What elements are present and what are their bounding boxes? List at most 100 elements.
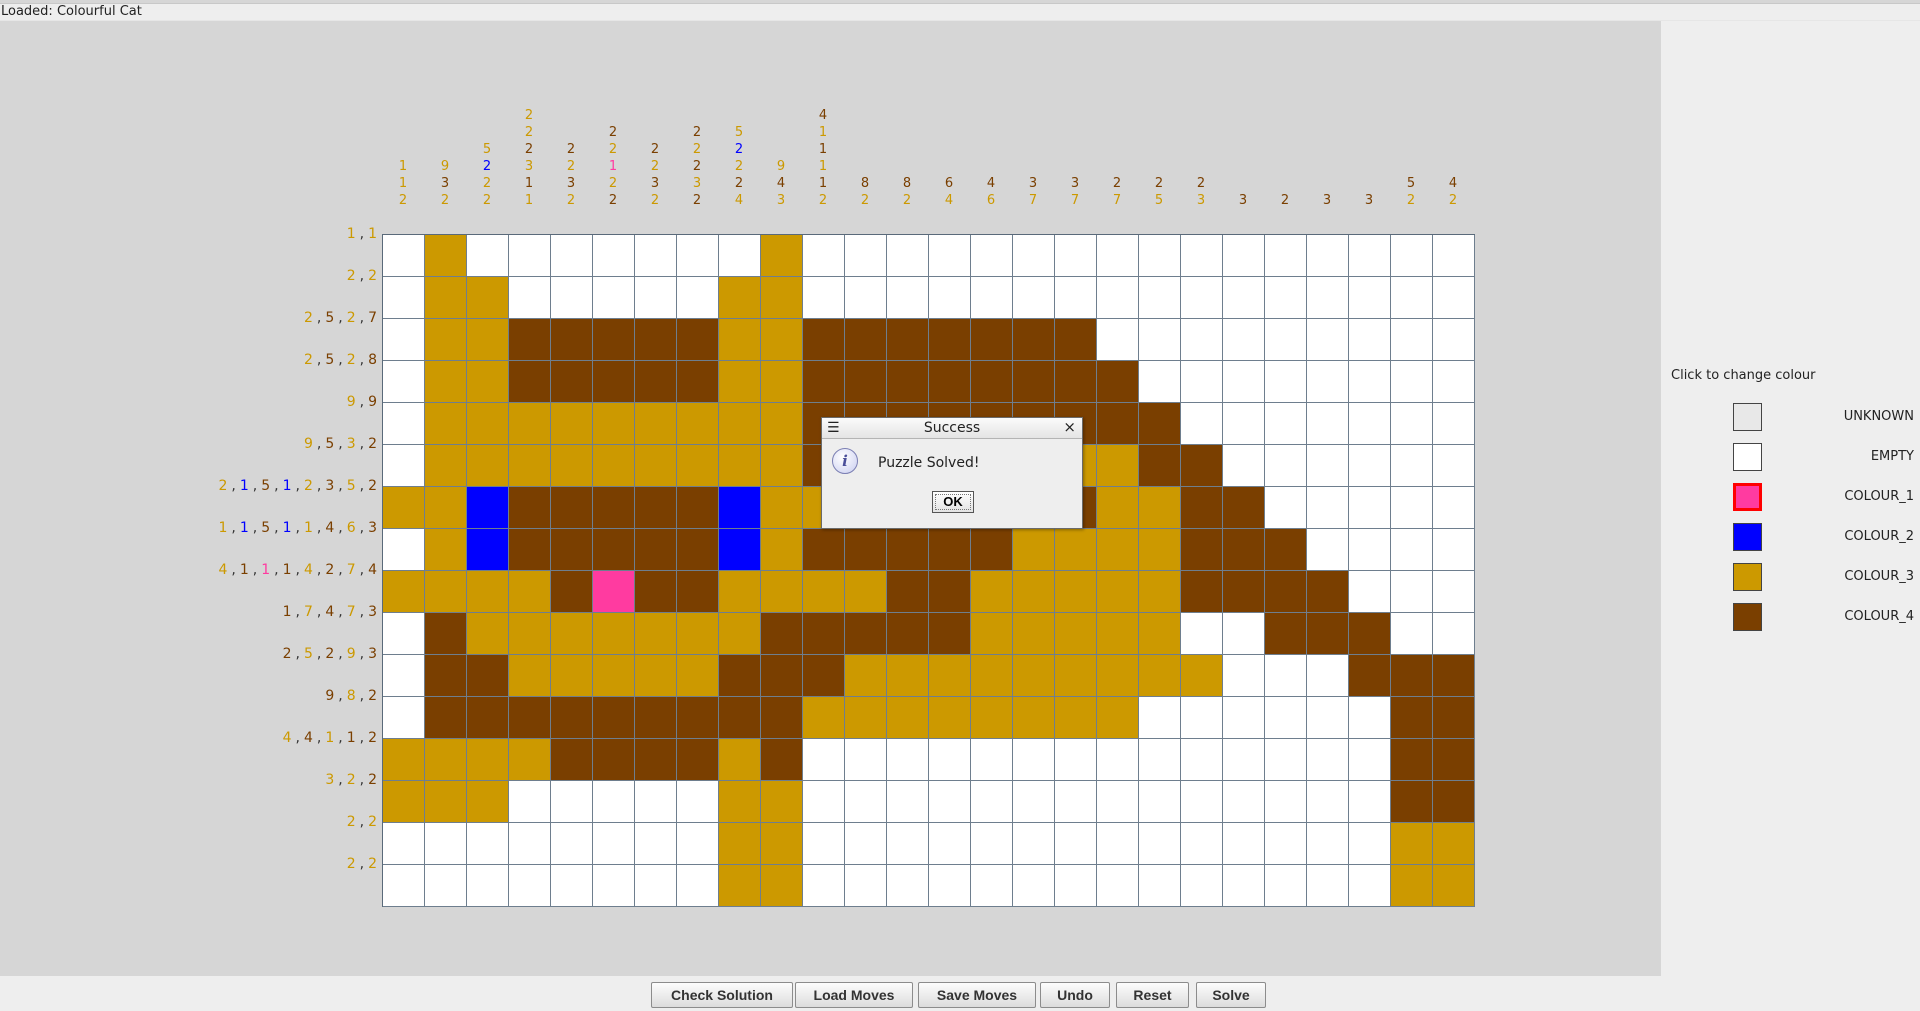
grid-cell[interactable] bbox=[1349, 739, 1391, 781]
grid-cell[interactable] bbox=[1013, 235, 1055, 277]
grid-cell[interactable] bbox=[719, 487, 761, 529]
grid-cell[interactable] bbox=[1097, 823, 1139, 865]
grid-cell[interactable] bbox=[1139, 403, 1181, 445]
grid-cell[interactable] bbox=[1013, 697, 1055, 739]
grid-cell[interactable] bbox=[1433, 319, 1475, 361]
grid-cell[interactable] bbox=[1349, 361, 1391, 403]
grid-cell[interactable] bbox=[1013, 781, 1055, 823]
grid-cell[interactable] bbox=[1223, 235, 1265, 277]
grid-cell[interactable] bbox=[509, 529, 551, 571]
grid-cell[interactable] bbox=[1097, 613, 1139, 655]
grid-cell[interactable] bbox=[1013, 823, 1055, 865]
grid-cell[interactable] bbox=[803, 655, 845, 697]
grid-cell[interactable] bbox=[383, 403, 425, 445]
grid-cell[interactable] bbox=[803, 277, 845, 319]
grid-cell[interactable] bbox=[1013, 613, 1055, 655]
grid-cell[interactable] bbox=[1307, 781, 1349, 823]
grid-cell[interactable] bbox=[803, 697, 845, 739]
grid-cell[interactable] bbox=[467, 487, 509, 529]
grid-cell[interactable] bbox=[425, 823, 467, 865]
grid-cell[interactable] bbox=[1349, 781, 1391, 823]
grid-cell[interactable] bbox=[971, 823, 1013, 865]
grid-cell[interactable] bbox=[719, 571, 761, 613]
palette-item[interactable]: COLOUR_2 bbox=[1661, 521, 1920, 553]
grid-cell[interactable] bbox=[467, 613, 509, 655]
grid-cell[interactable] bbox=[1013, 655, 1055, 697]
grid-cell[interactable] bbox=[593, 781, 635, 823]
grid-cell[interactable] bbox=[383, 655, 425, 697]
grid-cell[interactable] bbox=[929, 361, 971, 403]
grid-cell[interactable] bbox=[383, 529, 425, 571]
grid-cell[interactable] bbox=[845, 277, 887, 319]
grid-cell[interactable] bbox=[593, 655, 635, 697]
grid-cell[interactable] bbox=[1433, 697, 1475, 739]
grid-cell[interactable] bbox=[1349, 613, 1391, 655]
grid-cell[interactable] bbox=[1349, 487, 1391, 529]
grid-cell[interactable] bbox=[1223, 655, 1265, 697]
grid-cell[interactable] bbox=[1097, 781, 1139, 823]
grid-cell[interactable] bbox=[1181, 235, 1223, 277]
grid-cell[interactable] bbox=[467, 445, 509, 487]
grid-cell[interactable] bbox=[1097, 655, 1139, 697]
ok-button[interactable]: OK bbox=[932, 491, 974, 513]
grid-cell[interactable] bbox=[1055, 361, 1097, 403]
grid-cell[interactable] bbox=[971, 697, 1013, 739]
grid-cell[interactable] bbox=[551, 697, 593, 739]
grid-cell[interactable] bbox=[803, 865, 845, 907]
grid-cell[interactable] bbox=[1055, 697, 1097, 739]
grid-cell[interactable] bbox=[1097, 277, 1139, 319]
grid-cell[interactable] bbox=[719, 403, 761, 445]
grid-cell[interactable] bbox=[1097, 319, 1139, 361]
grid-cell[interactable] bbox=[593, 277, 635, 319]
grid-cell[interactable] bbox=[635, 823, 677, 865]
grid-cell[interactable] bbox=[1181, 823, 1223, 865]
grid-cell[interactable] bbox=[383, 571, 425, 613]
grid-cell[interactable] bbox=[887, 361, 929, 403]
grid-cell[interactable] bbox=[1139, 445, 1181, 487]
grid-cell[interactable] bbox=[1307, 235, 1349, 277]
grid-cell[interactable] bbox=[1307, 571, 1349, 613]
grid-cell[interactable] bbox=[383, 865, 425, 907]
grid-cell[interactable] bbox=[1307, 277, 1349, 319]
grid-cell[interactable] bbox=[635, 571, 677, 613]
colour-swatch[interactable] bbox=[1733, 443, 1762, 471]
grid-cell[interactable] bbox=[761, 277, 803, 319]
grid-cell[interactable] bbox=[1265, 571, 1307, 613]
grid-cell[interactable] bbox=[1265, 235, 1307, 277]
grid-cell[interactable] bbox=[1013, 277, 1055, 319]
grid-cell[interactable] bbox=[845, 655, 887, 697]
grid-cell[interactable] bbox=[761, 529, 803, 571]
grid-cell[interactable] bbox=[467, 361, 509, 403]
grid-cell[interactable] bbox=[1181, 655, 1223, 697]
grid-cell[interactable] bbox=[887, 823, 929, 865]
grid-cell[interactable] bbox=[635, 655, 677, 697]
grid-cell[interactable] bbox=[677, 487, 719, 529]
grid-cell[interactable] bbox=[677, 823, 719, 865]
grid-cell[interactable] bbox=[1097, 403, 1139, 445]
grid-cell[interactable] bbox=[761, 235, 803, 277]
grid-cell[interactable] bbox=[1013, 865, 1055, 907]
grid-cell[interactable] bbox=[1391, 571, 1433, 613]
grid-cell[interactable] bbox=[1223, 823, 1265, 865]
grid-cell[interactable] bbox=[593, 571, 635, 613]
grid-cell[interactable] bbox=[1013, 361, 1055, 403]
grid-cell[interactable] bbox=[971, 235, 1013, 277]
grid-cell[interactable] bbox=[1055, 865, 1097, 907]
grid-cell[interactable] bbox=[425, 319, 467, 361]
grid-cell[interactable] bbox=[887, 781, 929, 823]
grid-cell[interactable] bbox=[719, 445, 761, 487]
grid-cell[interactable] bbox=[509, 361, 551, 403]
grid-cell[interactable] bbox=[1391, 529, 1433, 571]
grid-cell[interactable] bbox=[1055, 823, 1097, 865]
grid-cell[interactable] bbox=[887, 277, 929, 319]
grid-cell[interactable] bbox=[845, 823, 887, 865]
grid-cell[interactable] bbox=[509, 823, 551, 865]
grid-cell[interactable] bbox=[467, 571, 509, 613]
grid-cell[interactable] bbox=[845, 235, 887, 277]
grid-cell[interactable] bbox=[1391, 781, 1433, 823]
grid-cell[interactable] bbox=[1265, 445, 1307, 487]
grid-cell[interactable] bbox=[929, 739, 971, 781]
grid-cell[interactable] bbox=[719, 361, 761, 403]
grid-cell[interactable] bbox=[425, 529, 467, 571]
grid-cell[interactable] bbox=[719, 781, 761, 823]
